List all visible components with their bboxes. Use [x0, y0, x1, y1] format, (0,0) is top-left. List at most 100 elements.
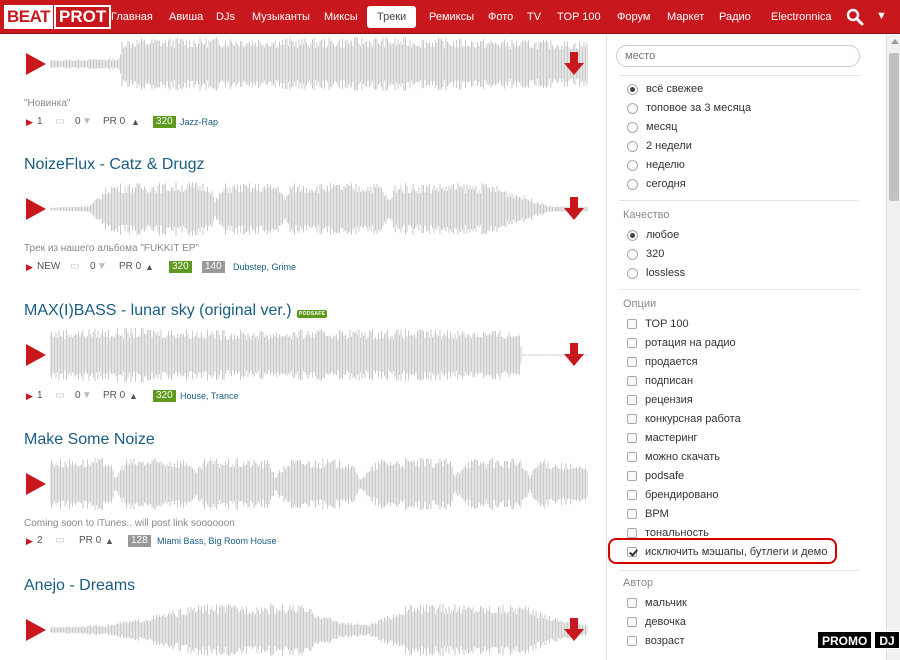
- period-option[interactable]: месяц: [627, 119, 677, 135]
- radio-icon[interactable]: [627, 248, 638, 260]
- checkbox-icon[interactable]: [627, 376, 637, 386]
- option-checkbox[interactable]: подписан: [627, 373, 693, 389]
- author-checkbox[interactable]: девочка: [627, 614, 686, 630]
- radio-icon[interactable]: [627, 83, 638, 95]
- nav-electronnica[interactable]: Electronnica: [771, 6, 832, 28]
- bpm-badge: 140: [202, 261, 225, 273]
- nav-home[interactable]: Главная: [111, 6, 153, 28]
- waveform[interactable]: [50, 326, 588, 384]
- download-icon[interactable]: [564, 343, 584, 367]
- period-option[interactable]: 2 недели: [627, 138, 692, 154]
- vote-up-icon[interactable]: ▲: [145, 260, 154, 274]
- play-icon[interactable]: [24, 618, 48, 642]
- checkbox-icon[interactable]: [627, 490, 637, 500]
- waveform[interactable]: [50, 601, 588, 659]
- checkbox-icon[interactable]: [627, 528, 637, 538]
- checkbox-icon[interactable]: [627, 452, 637, 462]
- period-option[interactable]: топовое за 3 месяца: [627, 100, 751, 116]
- option-checkbox[interactable]: ротация на радио: [627, 335, 736, 351]
- radio-icon[interactable]: [627, 102, 638, 114]
- option-checkbox[interactable]: продается: [627, 354, 698, 370]
- nav-djs[interactable]: DJs: [216, 6, 235, 28]
- nav-photo[interactable]: Фото: [488, 6, 513, 28]
- nav-musicians[interactable]: Музыканты: [252, 6, 310, 28]
- nav-market[interactable]: Маркет: [667, 6, 704, 28]
- option-checkbox[interactable]: рецензия: [627, 392, 693, 408]
- vote-down-icon[interactable]: ▼: [97, 260, 107, 274]
- nav-forum[interactable]: Форум: [617, 6, 650, 28]
- checkbox-icon[interactable]: [627, 357, 637, 367]
- genre-link[interactable]: Jazz-Rap: [180, 115, 218, 129]
- nav-afisha[interactable]: Авиша: [169, 6, 203, 28]
- author-checkbox[interactable]: мальчик: [627, 595, 687, 611]
- dropdown-menu-icon[interactable]: ▼: [876, 10, 887, 22]
- scroll-up-icon[interactable]: [891, 39, 899, 44]
- checkbox-icon[interactable]: [627, 433, 637, 443]
- radio-icon[interactable]: [627, 178, 638, 190]
- checkbox-icon[interactable]: [627, 471, 637, 481]
- radio-icon[interactable]: [627, 159, 638, 171]
- option-checkbox[interactable]: конкурсная работа: [627, 411, 741, 427]
- waveform[interactable]: [50, 180, 588, 238]
- scrollbar[interactable]: [886, 35, 900, 660]
- vote-down-icon[interactable]: ▼: [82, 115, 92, 129]
- download-icon[interactable]: [564, 618, 584, 642]
- quality-option[interactable]: любое: [627, 227, 679, 243]
- author-checkbox[interactable]: возраст: [627, 633, 685, 649]
- genre-link[interactable]: Dubstep, Grime: [233, 260, 296, 274]
- download-icon[interactable]: [564, 197, 584, 221]
- track-title[interactable]: MAX(I)BASS - lunar sky (original ver.): [24, 302, 292, 320]
- nav-top100[interactable]: TOP 100: [557, 6, 601, 28]
- search-icon[interactable]: [846, 8, 864, 26]
- checkbox-icon[interactable]: [627, 414, 637, 424]
- vote-up-icon[interactable]: ▲: [105, 534, 114, 548]
- checkbox-icon[interactable]: [627, 598, 637, 608]
- play-icon[interactable]: [24, 197, 48, 221]
- checkbox-icon[interactable]: [627, 319, 637, 329]
- genre-link[interactable]: House, Trance: [180, 389, 239, 403]
- track-title[interactable]: NoizeFlux - Catz & Drugz: [24, 156, 205, 174]
- play-count: 2: [37, 535, 43, 546]
- option-checkbox[interactable]: TOP 100: [627, 316, 689, 332]
- play-icon[interactable]: [24, 343, 48, 367]
- place-input[interactable]: [616, 45, 860, 67]
- checkbox-icon[interactable]: [627, 636, 637, 646]
- radio-icon[interactable]: [627, 229, 638, 241]
- nav-tv[interactable]: TV: [527, 6, 541, 28]
- option-checkbox[interactable]: брендировано: [627, 487, 718, 503]
- period-option[interactable]: неделю: [627, 157, 685, 173]
- track-title[interactable]: Make Some Noize: [24, 431, 155, 449]
- radio-icon[interactable]: [627, 140, 638, 152]
- checkbox-icon[interactable]: [627, 338, 637, 348]
- vote-up-icon[interactable]: ▲: [131, 115, 140, 129]
- nav-radio[interactable]: Радио: [719, 6, 751, 28]
- radio-icon[interactable]: [627, 267, 638, 279]
- nav-mixes[interactable]: Миксы: [324, 6, 358, 28]
- radio-icon[interactable]: [627, 121, 638, 133]
- vote-up-icon[interactable]: ▲: [129, 389, 138, 403]
- track-title[interactable]: Anejo - Dreams: [24, 577, 135, 595]
- checkbox-icon[interactable]: [627, 509, 637, 519]
- genre-link[interactable]: Miami Bass, Big Room House: [157, 534, 277, 548]
- option-checkbox[interactable]: можно скачать: [627, 449, 720, 465]
- quality-badge: 320: [153, 390, 176, 402]
- waveform[interactable]: [50, 35, 588, 93]
- period-option[interactable]: сегодня: [627, 176, 686, 192]
- site-logo[interactable]: BEAT PROT: [4, 5, 112, 29]
- download-icon[interactable]: [564, 52, 584, 76]
- play-icon[interactable]: [24, 472, 48, 496]
- scrollbar-thumb[interactable]: [889, 53, 899, 201]
- checkbox-icon[interactable]: [627, 395, 637, 405]
- period-option[interactable]: всё свежее: [627, 81, 703, 97]
- checkbox-icon[interactable]: [627, 617, 637, 627]
- waveform[interactable]: [50, 455, 588, 513]
- quality-option[interactable]: 320: [627, 246, 664, 262]
- nav-remixes[interactable]: Ремиксы: [429, 6, 474, 28]
- option-checkbox[interactable]: podsafe: [627, 468, 684, 484]
- play-icon[interactable]: [24, 52, 48, 76]
- option-checkbox[interactable]: мастеринг: [627, 430, 698, 446]
- quality-option[interactable]: lossless: [627, 265, 685, 281]
- nav-tracks[interactable]: Треки: [367, 6, 417, 28]
- option-checkbox[interactable]: BPM: [627, 506, 669, 522]
- vote-down-icon[interactable]: ▼: [82, 389, 92, 403]
